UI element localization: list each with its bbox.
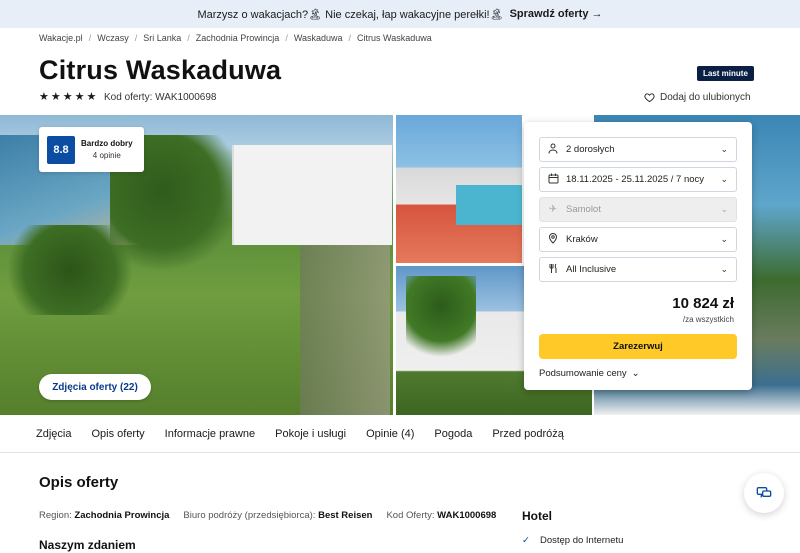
breadcrumb-current: Citrus Waskaduwa	[357, 33, 432, 43]
price-note: /za wszystkich	[682, 315, 734, 324]
departure-value: Kraków	[566, 234, 598, 245]
location-pin-icon	[546, 232, 560, 247]
page-title: Citrus Waskaduwa	[39, 55, 282, 85]
chat-icon	[756, 487, 772, 498]
tab-rooms[interactable]: Pokoje i usługi	[275, 428, 346, 440]
chevron-down-icon: ⌄	[720, 264, 728, 274]
board-select[interactable]: All Inclusive ⌄	[539, 257, 737, 282]
chevron-down-icon: ⌄	[720, 204, 728, 214]
rating-review-count[interactable]: 4 opinie	[93, 151, 121, 160]
tab-legal[interactable]: Informacje prawne	[165, 428, 256, 440]
rating-label: Bardzo dobry	[81, 139, 133, 148]
star-icon: ★	[50, 91, 61, 103]
cutlery-icon	[546, 263, 560, 277]
star-icon: ★	[39, 91, 49, 103]
rating-card: 8.8 Bardzo dobry 4 opinie	[39, 127, 144, 172]
chat-button[interactable]	[744, 473, 784, 513]
breadcrumb-item[interactable]: Wczasy	[97, 33, 129, 43]
breadcrumb-item[interactable]: Wakacje.pl	[39, 33, 83, 43]
code-label: Kod Oferty:	[386, 510, 435, 521]
tab-photos[interactable]: Zdjęcia	[36, 428, 71, 440]
photo-pool[interactable]	[396, 115, 522, 263]
hotel-section-title: Hotel	[522, 509, 552, 523]
star-icon: ★	[62, 91, 73, 103]
offer-code: Kod oferty: WAK1000698	[104, 92, 217, 103]
breadcrumb-item[interactable]: Waskaduwa	[294, 33, 343, 43]
transport-value: Samolot	[566, 204, 601, 215]
travelers-select[interactable]: 2 dorosłych ⌄	[539, 137, 737, 162]
price-summary-label: Podsumowanie ceny	[539, 368, 627, 379]
photos-button[interactable]: Zdjęcia oferty (22)	[39, 374, 151, 400]
region-label: Region:	[39, 510, 72, 521]
promo-cta-link[interactable]: Sprawdź oferty →	[510, 8, 603, 20]
breadcrumb-item[interactable]: Sri Lanka	[143, 33, 181, 43]
booking-panel: 2 dorosłych ⌄ 18.11.2025 - 25.11.2025 / …	[524, 122, 752, 390]
agency-label: Biuro podróży (przedsiębiorca):	[183, 510, 316, 521]
opinion-subtitle: Naszym zdaniem	[39, 538, 136, 552]
section-tabs: Zdjęcia Opis oferty Informacje prawne Po…	[0, 415, 800, 453]
tab-weather[interactable]: Pogoda	[434, 428, 472, 440]
chevron-down-icon: ⌄	[720, 234, 728, 244]
tab-before-travel[interactable]: Przed podróżą	[492, 428, 564, 440]
tab-reviews[interactable]: Opinie (4)	[366, 428, 414, 440]
person-icon	[546, 143, 560, 157]
dates-value: 18.11.2025 - 25.11.2025 / 7 nocy	[566, 174, 705, 185]
heart-icon	[644, 93, 655, 103]
tab-description[interactable]: Opis oferty	[91, 428, 144, 440]
add-to-favorites-button[interactable]: Dodaj do ulubionych	[644, 92, 751, 103]
chevron-down-icon: ⌄	[720, 144, 728, 154]
promo-text: Marzysz o wakacjach?🏝 Nie czekaj, łap wa…	[197, 8, 504, 21]
reserve-button[interactable]: Zarezerwuj	[539, 334, 737, 359]
dates-select[interactable]: 18.11.2025 - 25.11.2025 / 7 nocy ⌄	[539, 167, 737, 192]
favorites-label: Dodaj do ulubionych	[660, 92, 751, 103]
transport-select: ✈ Samolot ⌄	[539, 197, 737, 222]
region-value: Zachodnia Prowincja	[74, 510, 170, 521]
calendar-icon	[546, 173, 560, 187]
star-rating: ★ ★ ★ ★ ★	[39, 92, 96, 103]
chevron-down-icon: ⌄	[631, 368, 640, 379]
breadcrumb: Wakacje.pl / Wczasy / Sri Lanka / Zachodnia…	[39, 33, 432, 43]
total-price: 10 824 zł	[672, 295, 734, 312]
star-icon: ★	[86, 91, 97, 103]
rating-score: 8.8	[47, 135, 75, 164]
amenity-label: Dostęp do Internetu	[539, 535, 624, 546]
amenity-item: ✓ Dostęp do Internetu	[522, 535, 623, 546]
star-icon: ★	[74, 91, 85, 103]
plane-icon: ✈	[548, 204, 558, 215]
promo-bar[interactable]: Marzysz o wakacjach?🏝 Nie czekaj, łap wa…	[0, 0, 800, 28]
breadcrumb-item[interactable]: Zachodnia Prowincja	[196, 33, 280, 43]
departure-select[interactable]: Kraków ⌄	[539, 227, 737, 252]
price-summary-toggle[interactable]: Podsumowanie ceny ⌄	[539, 368, 640, 379]
agency-value: Best Reisen	[318, 510, 373, 521]
last-minute-badge: Last minute	[697, 66, 754, 81]
description-title: Opis oferty	[39, 474, 119, 491]
chevron-down-icon: ⌄	[720, 174, 728, 184]
check-icon: ✓	[522, 535, 530, 546]
travelers-value: 2 dorosłych	[566, 144, 615, 155]
board-value: All Inclusive	[566, 264, 617, 275]
offer-meta: Region: Zachodnia Prowincja Biuro podróż…	[39, 510, 496, 521]
code-value: WAK1000698	[437, 510, 497, 521]
